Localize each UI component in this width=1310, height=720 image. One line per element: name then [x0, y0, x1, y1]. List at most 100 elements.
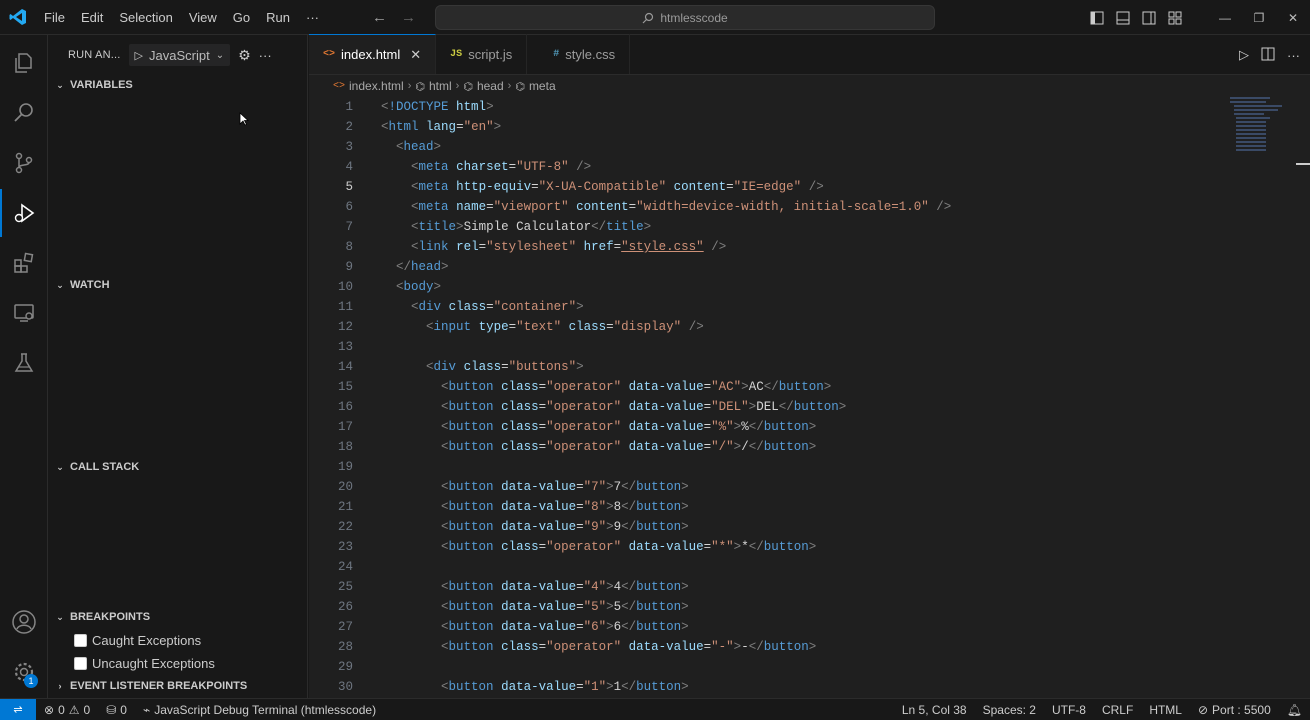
menu-edit[interactable]: Edit	[73, 0, 111, 35]
code-line[interactable]: 6 <meta name="viewport" content="width=d…	[309, 197, 1209, 217]
html-file-icon: <>	[323, 49, 336, 60]
run-file-play-icon[interactable]: ▷	[1239, 47, 1249, 63]
code-line[interactable]: 4 <meta charset="UTF-8" />	[309, 157, 1209, 177]
chevron-down-icon: ⌄	[56, 279, 64, 290]
code-line[interactable]: 28 <button class="operator" data-value="…	[309, 637, 1209, 657]
breakpoints-section-header[interactable]: ⌄ BREAKPOINTS	[48, 606, 308, 628]
code-line[interactable]: 29	[309, 657, 1209, 677]
watch-section-header[interactable]: ⌄ WATCH	[48, 274, 308, 296]
indentation[interactable]: Spaces: 2	[975, 703, 1044, 717]
breadcrumb-item[interactable]: html	[429, 79, 452, 93]
menu-go[interactable]: Go	[225, 0, 258, 35]
notifications-bell-icon[interactable]: 🔔︎	[1279, 703, 1310, 717]
code-line[interactable]: 14 <div class="buttons">	[309, 357, 1209, 377]
close-window-icon[interactable]: ✕	[1276, 0, 1310, 35]
code-line[interactable]: 30 <button data-value="1">1</button>	[309, 677, 1209, 697]
cursor-position[interactable]: Ln 5, Col 38	[894, 703, 975, 717]
more-actions-icon[interactable]: ···	[1287, 48, 1300, 63]
event-listener-breakpoints-header[interactable]: › EVENT LISTENER BREAKPOINTS	[48, 675, 308, 697]
forward-arrow-icon[interactable]: →	[401, 9, 416, 26]
uncaught-exceptions-checkbox[interactable]	[74, 656, 87, 670]
code-line[interactable]: 22 <button data-value="9">9</button>	[309, 517, 1209, 537]
end-of-line[interactable]: CRLF	[1094, 703, 1141, 717]
menu-selection[interactable]: Selection	[111, 0, 180, 35]
explorer-icon[interactable]	[0, 39, 48, 87]
code-line[interactable]: 3 <head>	[309, 137, 1209, 157]
toggle-panel-icon[interactable]	[1110, 0, 1136, 35]
breadcrumb-item[interactable]: meta	[529, 79, 556, 93]
code-line[interactable]: 26 <button data-value="5">5</button>	[309, 597, 1209, 617]
code-line[interactable]: 21 <button data-value="8">8</button>	[309, 497, 1209, 517]
language-mode[interactable]: HTML	[1141, 703, 1190, 717]
breakpoint-item-uncaught-exceptions[interactable]: Uncaught Exceptions	[74, 652, 215, 674]
variables-section-header[interactable]: ⌄ VARIABLES	[48, 74, 308, 96]
ports-indicator[interactable]: ⛁ 0	[98, 703, 135, 717]
scrollbar-position-marker[interactable]	[1296, 163, 1310, 165]
code-line[interactable]: 10 <body>	[309, 277, 1209, 297]
code-line[interactable]: 11 <div class="container">	[309, 297, 1209, 317]
code-line[interactable]: 27 <button data-value="6">6</button>	[309, 617, 1209, 637]
toggle-secondary-sidebar-icon[interactable]	[1136, 0, 1162, 35]
code-editor[interactable]: 1 <!DOCTYPE html> 2 <html lang="en"> 3 <head…	[309, 97, 1209, 697]
call-stack-section-header[interactable]: ⌄ CALL STACK	[48, 456, 308, 478]
minimap[interactable]	[1230, 97, 1300, 237]
code-line[interactable]: 15 <button class="operator" data-value="…	[309, 377, 1209, 397]
accounts-icon[interactable]	[0, 598, 48, 646]
extensions-icon[interactable]	[0, 239, 48, 287]
tab-index-html[interactable]: <> index.html ✕	[309, 34, 437, 74]
command-center-search[interactable]: htmlesscode	[435, 5, 935, 30]
code-line[interactable]: 23 <button class="operator" data-value="…	[309, 537, 1209, 557]
tab-script-js[interactable]: JS script.js	[436, 34, 528, 74]
problems-indicator[interactable]: ⊗ 0 ⚠ 0	[36, 703, 98, 717]
remote-explorer-icon[interactable]	[0, 289, 48, 337]
back-arrow-icon[interactable]: ←	[372, 9, 387, 26]
debug-terminal-indicator[interactable]: ⌁ JavaScript Debug Terminal (htmlesscode…	[135, 703, 384, 717]
code-line[interactable]: 1 <!DOCTYPE html>	[309, 97, 1209, 117]
breadcrumb-item[interactable]: head	[477, 79, 504, 93]
tab-style-css[interactable]: # style.css	[527, 34, 631, 74]
settings-gear-icon[interactable]: ⚙	[238, 47, 251, 64]
toggle-primary-sidebar-icon[interactable]	[1084, 0, 1110, 35]
start-debugging-play-icon[interactable]: ▷	[135, 49, 143, 62]
search-view-icon[interactable]	[0, 89, 48, 137]
menu-bar: File Edit Selection View Go Run ···	[36, 0, 327, 35]
code-line[interactable]: 17 <button class="operator" data-value="…	[309, 417, 1209, 437]
code-line[interactable]: 13	[309, 337, 1209, 357]
mouse-cursor-icon	[239, 112, 249, 126]
code-line[interactable]: 2 <html lang="en">	[309, 117, 1209, 137]
close-tab-icon[interactable]: ✕	[410, 47, 421, 63]
remote-indicator-icon[interactable]: ⇌	[0, 698, 36, 720]
breadcrumb-item[interactable]: index.html	[349, 79, 404, 93]
code-line[interactable]: 20 <button data-value="7">7</button>	[309, 477, 1209, 497]
code-line[interactable]: 9 </head>	[309, 257, 1209, 277]
customize-layout-icon[interactable]	[1162, 0, 1188, 35]
minimize-icon[interactable]: —	[1208, 0, 1242, 35]
caught-exceptions-checkbox[interactable]	[74, 633, 87, 647]
breakpoint-item-caught-exceptions[interactable]: Caught Exceptions	[74, 629, 201, 651]
menu-view[interactable]: View	[181, 0, 225, 35]
restore-icon[interactable]: ❐	[1242, 0, 1276, 35]
code-line[interactable]: 18 <button class="operator" data-value="…	[309, 437, 1209, 457]
encoding[interactable]: UTF-8	[1044, 703, 1094, 717]
testing-icon[interactable]	[0, 339, 48, 387]
code-line[interactable]: 5 <meta http-equiv="X-UA-Compatible" con…	[309, 177, 1209, 197]
menu-run[interactable]: Run	[258, 0, 298, 35]
manage-gear-icon[interactable]: 1	[0, 648, 48, 696]
source-control-icon[interactable]	[0, 139, 48, 187]
css-file-icon: #	[553, 48, 560, 60]
debug-configuration-select[interactable]: ▷ JavaScript ⌄	[128, 44, 231, 66]
code-line[interactable]: 8 <link rel="stylesheet" href="style.css…	[309, 237, 1209, 257]
code-line[interactable]: 24	[309, 557, 1209, 577]
code-line[interactable]: 7 <title>Simple Calculator</title>	[309, 217, 1209, 237]
code-text: <meta charset="UTF-8" />	[411, 160, 592, 174]
live-server-port[interactable]: ⊘ Port : 5500	[1190, 703, 1279, 717]
more-actions-icon[interactable]: ···	[259, 48, 272, 63]
code-line[interactable]: 12 <input type="text" class="display" />	[309, 317, 1209, 337]
menu-more[interactable]: ···	[298, 0, 327, 35]
code-line[interactable]: 25 <button data-value="4">4</button>	[309, 577, 1209, 597]
code-line[interactable]: 16 <button class="operator" data-value="…	[309, 397, 1209, 417]
split-editor-icon[interactable]	[1261, 47, 1275, 64]
run-and-debug-icon[interactable]	[0, 189, 48, 237]
code-line[interactable]: 19	[309, 457, 1209, 477]
menu-file[interactable]: File	[36, 0, 73, 35]
